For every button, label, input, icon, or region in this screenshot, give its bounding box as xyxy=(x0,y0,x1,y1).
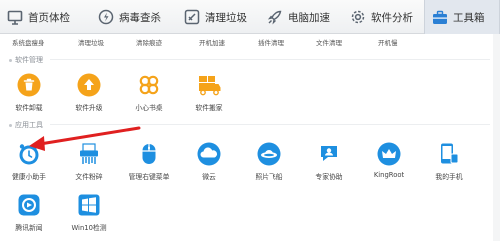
upload-arrow-icon xyxy=(76,72,102,98)
top-nav: 首页体检 病毒查杀 清理垃圾 电脑加速 软件分析 工具箱 xyxy=(0,0,500,34)
tab-toolbox[interactable]: 工具箱 xyxy=(424,0,500,34)
tool-photo-ship[interactable]: 照片飞船 xyxy=(243,141,295,181)
tab-label: 首页体检 xyxy=(28,11,70,24)
expert-icon xyxy=(316,141,342,167)
tool-win10-check[interactable]: Win10检测 xyxy=(63,192,115,232)
tool-health-assistant[interactable]: 健康小助手 xyxy=(3,141,55,181)
tool-label[interactable]: 清理垃圾 xyxy=(78,37,104,47)
tool-software-upgrade[interactable]: 软件升级 xyxy=(63,72,115,112)
broom-icon xyxy=(183,9,200,26)
tab-label: 病毒查杀 xyxy=(119,11,161,24)
bullet-dot xyxy=(9,123,12,127)
gear-icon xyxy=(349,9,366,26)
section-title-text: 软件管理 xyxy=(15,56,43,64)
crown-icon xyxy=(376,141,402,167)
tool-label: 文件粉碎 xyxy=(75,173,103,181)
tool-label: 管理右键菜单 xyxy=(128,173,170,181)
section-title-text: 应用工具 xyxy=(15,121,43,129)
tool-label: 软件搬家 xyxy=(195,104,223,112)
tab-label: 电脑加速 xyxy=(288,11,330,24)
tool-expert-help[interactable]: 专家协助 xyxy=(303,141,355,181)
trash-icon xyxy=(16,72,42,98)
phone-icon xyxy=(436,141,462,167)
bullet-dot xyxy=(9,58,12,62)
mouse-icon xyxy=(136,141,162,167)
ufo-icon xyxy=(256,141,282,167)
tab-speed-up[interactable]: 电脑加速 xyxy=(266,0,330,34)
tool-label[interactable]: 清除痕迹 xyxy=(136,37,162,47)
tool-label: 健康小助手 xyxy=(12,173,46,181)
tab-virus-scan[interactable]: 病毒查杀 xyxy=(97,0,161,34)
divider xyxy=(50,124,490,125)
tool-context-menu[interactable]: 管理右键菜单 xyxy=(123,141,175,181)
alarm-clock-icon xyxy=(16,141,42,167)
tool-label: Win10检测 xyxy=(71,224,107,232)
tab-home-checkup[interactable]: 首页体检 xyxy=(6,0,70,34)
tool-label: KingRoot xyxy=(373,171,405,179)
tool-label[interactable]: 插件清理 xyxy=(258,37,284,47)
scrollbar[interactable] xyxy=(493,34,500,241)
tool-software-uninstall[interactable]: 软件卸载 xyxy=(3,72,55,112)
tool-my-phone[interactable]: 我的手机 xyxy=(423,141,475,181)
rocket-icon xyxy=(266,9,283,26)
tool-label[interactable]: 文件清理 xyxy=(316,37,342,47)
tool-label: 小心书桌 xyxy=(135,104,163,112)
tool-label: 软件升级 xyxy=(75,104,103,112)
windows-icon xyxy=(76,192,102,218)
tab-label: 工具箱 xyxy=(453,11,485,24)
tool-label[interactable]: 开机加速 xyxy=(199,37,225,47)
news-icon xyxy=(16,192,42,218)
tool-label: 专家协助 xyxy=(315,173,343,181)
tool-row-system: 系统盘瘦身 清理垃圾 清除痕迹 开机加速 插件清理 文件清理 开机慢 xyxy=(0,34,500,48)
tab-label: 清理垃圾 xyxy=(205,11,247,24)
tool-label: 腾讯新闻 xyxy=(15,224,43,232)
tool-software-move[interactable]: 软件搬家 xyxy=(183,72,235,112)
truck-icon xyxy=(196,72,222,98)
clover-icon xyxy=(136,72,162,98)
tool-desk[interactable]: 小心书桌 xyxy=(123,72,175,112)
section-title-software: 软件管理 xyxy=(9,55,43,65)
tool-kingroot[interactable]: KingRoot xyxy=(363,141,415,179)
tool-tencent-news[interactable]: 腾讯新闻 xyxy=(3,192,55,232)
tool-label[interactable]: 开机慢 xyxy=(378,37,398,47)
tab-clean-junk[interactable]: 清理垃圾 xyxy=(183,0,247,34)
tool-label: 软件卸载 xyxy=(15,104,43,112)
tab-software-analysis[interactable]: 软件分析 xyxy=(349,0,413,34)
shield-bolt-icon xyxy=(97,9,114,26)
tool-label: 我的手机 xyxy=(435,173,463,181)
divider xyxy=(50,59,490,60)
tool-label[interactable]: 系统盘瘦身 xyxy=(12,37,45,47)
tool-label: 微云 xyxy=(202,173,216,181)
tab-label: 软件分析 xyxy=(371,11,413,24)
monitor-icon xyxy=(6,9,23,26)
tool-label: 照片飞船 xyxy=(255,173,283,181)
tool-file-shredder[interactable]: 文件粉碎 xyxy=(63,141,115,181)
shredder-icon xyxy=(76,141,102,167)
section-title-apps: 应用工具 xyxy=(9,120,43,130)
toolbox-icon xyxy=(431,9,448,26)
tool-weiyun[interactable]: 微云 xyxy=(183,141,235,181)
cloud-icon xyxy=(196,141,222,167)
